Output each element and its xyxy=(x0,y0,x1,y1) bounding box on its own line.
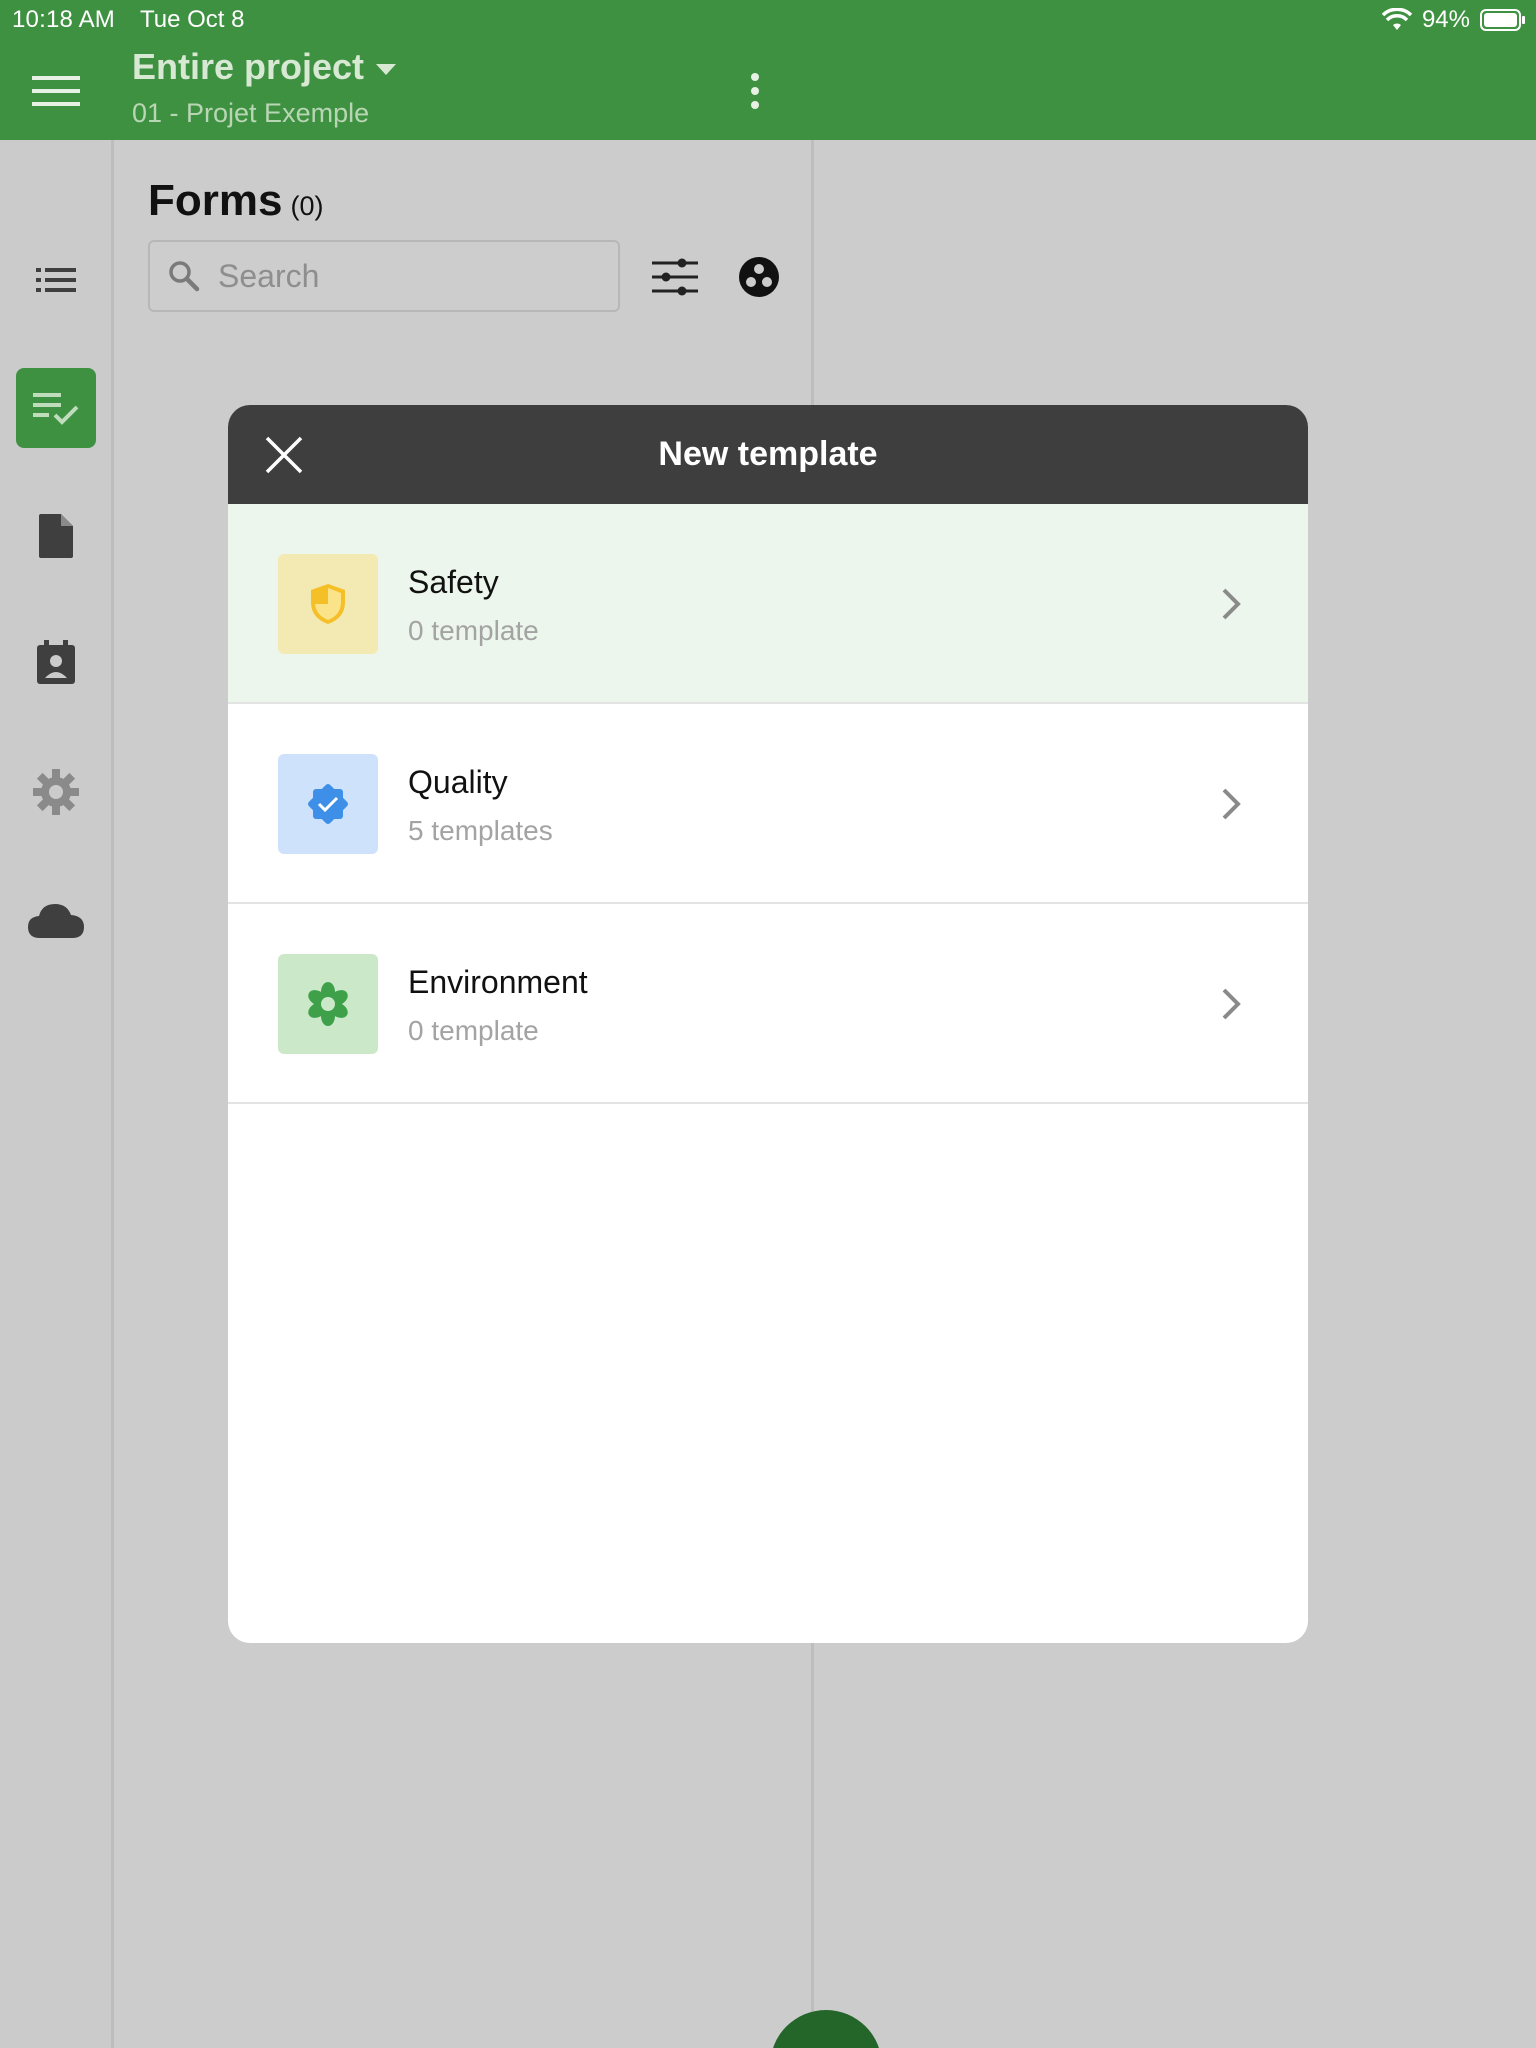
battery-percent: 94% xyxy=(1421,6,1470,33)
rail-item-forms[interactable] xyxy=(16,368,96,448)
search-icon xyxy=(169,261,200,292)
rail-item-settings[interactable] xyxy=(16,752,96,832)
rail-item-cloud[interactable] xyxy=(16,880,96,960)
menu-button[interactable] xyxy=(26,66,86,116)
more-options-button[interactable] xyxy=(740,66,770,116)
dialog-header: New template xyxy=(228,405,1308,504)
category-count: 0 template xyxy=(408,615,539,646)
search-box[interactable] xyxy=(148,240,620,312)
scope-selector[interactable]: Entire project 01 - Projet Exemple xyxy=(132,46,397,129)
close-icon xyxy=(265,436,303,474)
category-name: Environment xyxy=(408,964,588,1000)
category-name: Quality xyxy=(408,764,508,800)
scope-title: Entire project xyxy=(132,46,365,87)
rail-item-list[interactable] xyxy=(16,240,96,320)
category-row-safety[interactable]: Safety 0 template xyxy=(228,504,1308,704)
category-count: 5 templates xyxy=(408,815,553,846)
document-icon xyxy=(39,514,73,558)
chevron-right-icon xyxy=(1216,584,1246,624)
category-tile xyxy=(278,754,378,854)
shield-icon xyxy=(311,584,345,624)
checklist-icon xyxy=(33,393,79,425)
contact-calendar-icon xyxy=(37,640,75,684)
category-name: Safety xyxy=(408,564,499,600)
category-tile xyxy=(278,954,378,1054)
wifi-icon xyxy=(1381,8,1412,32)
add-form-button[interactable]: + xyxy=(770,2010,882,2048)
category-row-environment[interactable]: Environment 0 template xyxy=(228,904,1308,1104)
cloud-icon xyxy=(28,904,84,938)
nav-rail xyxy=(0,140,114,2048)
app-bar: 10:18 AM Tue Oct 8 94% Entire project 01… xyxy=(0,0,1536,140)
forms-title: Forms (0) xyxy=(148,176,324,225)
gear-icon xyxy=(33,769,79,815)
category-row-quality[interactable]: Quality 5 templates xyxy=(228,704,1308,904)
project-subtitle: 01 - Projet Exemple xyxy=(132,98,370,128)
more-vertical-icon xyxy=(751,73,759,81)
sliders-icon xyxy=(652,258,698,296)
dialog-title: New template xyxy=(658,435,878,473)
status-date: Tue Oct 8 xyxy=(140,6,245,33)
chevron-right-icon xyxy=(1216,984,1246,1024)
forms-count: (0) xyxy=(290,191,324,221)
hamburger-icon xyxy=(32,76,80,106)
plus-icon: + xyxy=(811,2036,841,2048)
flower-icon xyxy=(308,982,348,1026)
category-count: 0 template xyxy=(408,1015,539,1046)
group-icon xyxy=(739,257,779,297)
status-time: 10:18 AM xyxy=(12,6,116,33)
status-indicators: 94% xyxy=(1381,6,1526,34)
new-template-dialog: New template Safety 0 template Quality 5… xyxy=(228,405,1308,1643)
close-button[interactable] xyxy=(262,433,306,477)
verified-badge-icon xyxy=(308,784,348,824)
group-button[interactable] xyxy=(734,252,784,302)
category-tile xyxy=(278,554,378,654)
search-input[interactable] xyxy=(218,257,598,295)
battery-icon xyxy=(1480,8,1526,32)
caret-down-icon xyxy=(376,63,397,75)
rail-item-contacts[interactable] xyxy=(16,622,96,702)
rail-item-documents[interactable] xyxy=(16,496,96,576)
chevron-right-icon xyxy=(1216,784,1246,824)
filter-button[interactable] xyxy=(650,252,700,302)
list-icon xyxy=(36,268,76,292)
